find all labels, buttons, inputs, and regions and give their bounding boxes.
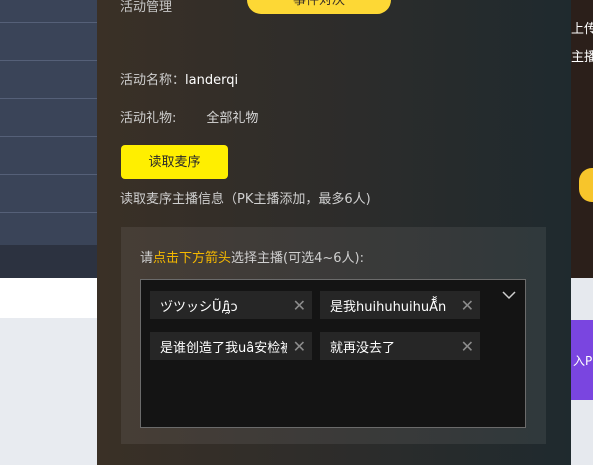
divider <box>0 174 97 175</box>
background-content-area <box>0 278 97 465</box>
tab-activity-management[interactable]: 活动管理 <box>120 0 172 15</box>
background-list-panel <box>0 0 97 278</box>
selected-streamer-chip: 就再没去了 ✕ <box>320 332 480 360</box>
prompt-highlight: 点击下方箭头 <box>153 251 232 266</box>
chevron-down-icon[interactable] <box>502 288 516 302</box>
divider <box>0 212 97 213</box>
background-text: 入P <box>573 354 593 368</box>
activity-name-label: 活动名称： <box>120 73 186 88</box>
selected-streamer-chip: 是谁创造了我uа̑̑̑̑安检被没收了 ✕ <box>150 332 312 360</box>
background-footer-bar <box>0 245 97 278</box>
chip-label: 就再没去了 <box>330 340 396 356</box>
background-band <box>0 318 97 465</box>
prompt-prefix: 请 <box>140 251 154 266</box>
streamer-select-panel: 请点击下方箭头选择主播(可选4~6人): ヅツッシŨд̯̑̑̑̑ↄ ✕ 是我hu… <box>121 227 546 444</box>
background-purple-banner: 入P <box>571 320 593 400</box>
divider <box>0 22 97 23</box>
selected-streamer-chip: ヅツッシŨд̯̑̑̑̑ↄ ✕ <box>150 291 312 319</box>
streamer-multi-select[interactable]: ヅツッシŨд̯̑̑̑̑ↄ ✕ 是我huihuhuihuĀ̑̑̑̑n ✕ 是谁创造… <box>140 279 526 428</box>
background-text: 上传 <box>571 22 593 37</box>
divider <box>0 60 97 61</box>
read-mic-order-button[interactable]: 读取麦序 <box>121 145 228 179</box>
background-toggle <box>579 168 593 202</box>
read-mic-order-hint: 读取麦序主播信息（PK主播添加，最多6人) <box>120 192 371 207</box>
activity-name-value: landerqi <box>185 73 239 88</box>
chip-label: ヅツッシŨд̯̑̑̑̑ↄ <box>160 299 238 315</box>
chip-label: 是谁创造了我uа̑̑̑̑安检被没收了 <box>160 340 287 356</box>
remove-chip-icon[interactable]: ✕ <box>293 337 306 356</box>
activity-gift-row: 活动礼物: 全部礼物 <box>120 107 258 126</box>
background-right-banner: 上传 主播 <box>571 0 593 278</box>
prompt-suffix: 选择主播(可选4~6人): <box>231 251 364 266</box>
select-prompt: 请点击下方箭头选择主播(可选4~6人): <box>140 247 364 266</box>
background-text: 主播 <box>571 50 593 65</box>
remove-chip-icon[interactable]: ✕ <box>461 296 474 315</box>
remove-chip-icon[interactable]: ✕ <box>461 337 474 356</box>
selected-streamer-chip: 是我huihuhuihuĀ̑̑̑̑n ✕ <box>320 291 480 319</box>
divider <box>0 136 97 137</box>
activity-name-row: 活动名称：landerqi <box>120 69 238 88</box>
chip-label: 是我huihuhuihuĀ̑̑̑̑n <box>330 299 447 315</box>
tab-event-battle[interactable]: 事件对决 <box>247 0 391 14</box>
activity-gift-value: 全部礼物 <box>206 111 259 126</box>
activity-modal: 活动管理 事件对决 活动名称：landerqi 活动礼物: 全部礼物 读取麦序 读… <box>97 0 571 465</box>
divider <box>0 98 97 99</box>
activity-gift-label: 活动礼物: <box>120 111 177 126</box>
remove-chip-icon[interactable]: ✕ <box>293 296 306 315</box>
